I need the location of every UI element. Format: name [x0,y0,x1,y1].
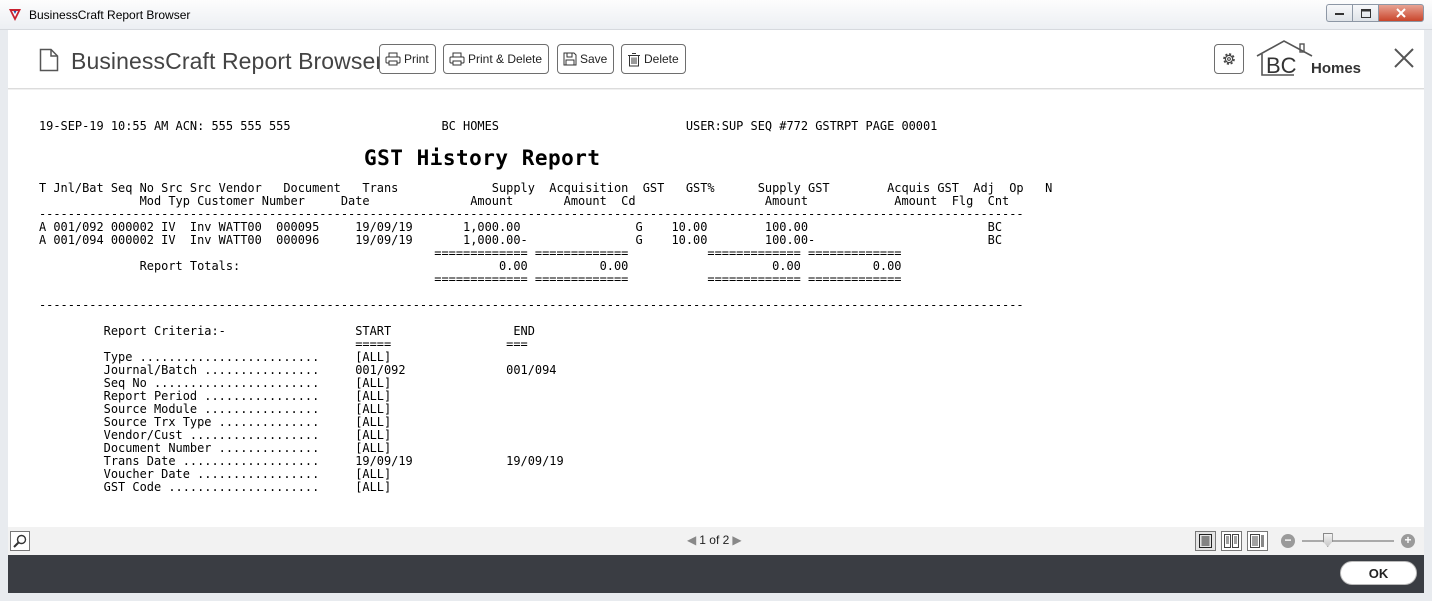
window-frame-left [0,30,8,601]
report-header-line: 19-SEP-19 10:55 AM ACN: 555 555 555 BC H… [39,119,938,133]
of-label: of [709,533,720,547]
save-disk-icon [563,52,577,66]
document-icon [39,48,59,72]
two-page-view-button[interactable] [1221,531,1242,551]
minimize-button[interactable] [1326,4,1352,22]
continuous-view-button[interactable] [1247,531,1268,551]
settings-button[interactable] [1214,44,1244,74]
close-icon [1396,8,1406,18]
app-icon [9,9,21,21]
maximize-icon [1360,8,1371,18]
trash-icon [628,52,640,66]
print-button[interactable]: Print [379,44,436,74]
single-page-view-button[interactable] [1195,531,1216,551]
window-frame-bottom [0,593,1432,601]
zoom-slider-track[interactable] [1302,540,1394,542]
save-label: Save [580,52,608,66]
logo-bc-text: BC [1266,53,1297,78]
page-title: BusinessCraft Report Browser [71,48,384,74]
logo-homes-text: Homes [1311,60,1361,77]
window-titlebar: BusinessCraft Report Browser [0,0,1432,30]
printer-icon [449,52,465,66]
report-nav-bar: ◀ 1 of 2 ▶ − + [8,527,1424,555]
maximize-button[interactable] [1352,4,1378,22]
two-page-icon [1224,534,1239,548]
report-body: T Jnl/Bat Seq No Src Src Vendor Document… [39,181,1053,312]
report-viewer[interactable]: 19-SEP-19 10:55 AM ACN: 555 555 555 BC H… [8,90,1424,527]
zoom-in-button[interactable]: + [1401,534,1415,548]
gear-icon [1223,53,1235,65]
continuous-page-icon [1250,534,1264,548]
find-button[interactable] [10,531,30,551]
close-icon[interactable] [1393,47,1415,69]
report-title: GST History Report [364,146,601,170]
minimize-icon [1335,12,1344,15]
print-delete-label: Print & Delete [468,52,543,66]
app-header: BusinessCraft Report Browser Print Print… [8,30,1424,89]
bc-homes-logo: BC Homes [1254,38,1374,83]
print-label: Print [404,52,429,66]
zoom-slider-thumb[interactable] [1322,533,1333,547]
report-criteria: Report Criteria:- START END ===== === Ty… [103,324,564,494]
close-window-button[interactable] [1378,4,1424,22]
save-button[interactable]: Save [557,44,615,74]
print-delete-button[interactable]: Print & Delete [443,44,550,74]
next-page-icon[interactable]: ▶ [729,533,744,547]
window-title: BusinessCraft Report Browser [29,8,191,22]
single-page-icon [1199,534,1212,548]
window-frame-right [1424,30,1432,601]
printer-icon [385,52,401,66]
current-page: 1 [699,533,706,547]
zoom-out-button[interactable]: − [1281,534,1295,548]
dialog-footer: OK [8,555,1424,593]
ok-button[interactable]: OK [1340,561,1417,585]
total-pages: 2 [722,533,730,547]
search-icon [13,534,27,548]
delete-label: Delete [644,52,679,66]
page-indicator: ◀ 1 of 2 ▶ [684,533,745,547]
delete-button[interactable]: Delete [621,44,686,74]
previous-page-icon[interactable]: ◀ [684,533,699,547]
